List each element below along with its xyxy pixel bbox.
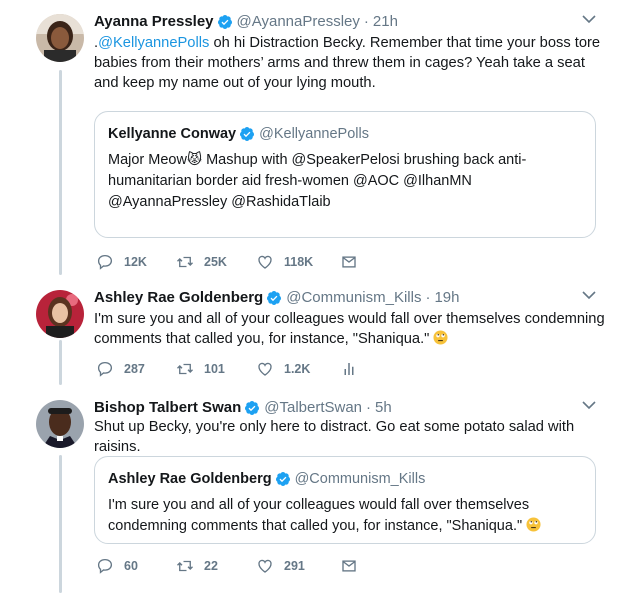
reply-icon: [97, 254, 113, 270]
handle[interactable]: @AyannaPressley: [237, 12, 360, 32]
display-name[interactable]: Ashley Rae Goldenberg: [94, 288, 263, 308]
quoted-tweet-header: Kellyanne Conway @KellyannePolls: [108, 124, 369, 144]
verified-badge-icon: [217, 15, 232, 29]
tweet-header: Ashley Rae Goldenberg @Communism_Kills ·…: [94, 288, 460, 308]
tweet-text: Shut up Becky, you're only here to distr…: [94, 419, 575, 455]
quoted-display-name: Ashley Rae Goldenberg: [108, 471, 272, 487]
quoted-handle: @Communism_Kills: [294, 471, 426, 487]
verified-badge-icon: [245, 401, 260, 415]
quoted-tweet-text: Major Meow😾 Mashup with @SpeakerPelosi b…: [108, 152, 527, 210]
retweet-icon: [177, 363, 193, 375]
reply-button[interactable]: 12K: [96, 253, 176, 271]
retweet-button[interactable]: 25K: [176, 253, 256, 271]
timestamp[interactable]: 19h: [434, 288, 459, 308]
reply-count: 12K: [124, 255, 147, 269]
analytics-icon: [344, 363, 354, 375]
separator-dot: ·: [363, 13, 369, 30]
tweet-header: Bishop Talbert Swan @TalbertSwan · 5h: [94, 398, 392, 418]
analytics-button[interactable]: [340, 360, 358, 378]
quoted-handle: @KellyannePolls: [259, 126, 369, 142]
like-icon: [258, 255, 272, 269]
face-with-rolling-eyes-emoji-icon: [433, 330, 448, 345]
reply-button[interactable]: 287: [96, 360, 176, 378]
reply-icon: [97, 361, 113, 377]
tweet-actions: 60 22 291: [96, 556, 358, 576]
tweet[interactable]: Bishop Talbert Swan @TalbertSwan · 5h Sh…: [0, 396, 634, 593]
retweet-count: 25K: [204, 255, 227, 269]
like-icon: [258, 559, 272, 573]
like-count: 1.2K: [284, 362, 311, 376]
reply-button[interactable]: 60: [96, 557, 176, 575]
timestamp[interactable]: 21h: [373, 12, 398, 32]
message-icon: [342, 256, 356, 268]
quoted-tweet-text: I'm sure you and all of your colleagues …: [108, 495, 578, 537]
retweet-button[interactable]: 22: [176, 557, 256, 575]
tweet-text: .@KellyannePolls oh hi Distraction Becky…: [94, 33, 609, 93]
verified-badge-icon: [275, 472, 290, 486]
retweet-icon: [177, 560, 193, 572]
retweet-icon: [177, 256, 193, 268]
display-name[interactable]: Bishop Talbert Swan: [94, 398, 241, 418]
tweet-actions: 12K 25K 118K: [96, 252, 358, 272]
chevron-down-icon[interactable]: [582, 288, 596, 302]
avatar[interactable]: [36, 400, 84, 448]
reply-icon: [97, 558, 113, 574]
separator-dot: ·: [366, 399, 372, 416]
chevron-down-icon[interactable]: [582, 12, 596, 26]
face-with-rolling-eyes-emoji-icon: [526, 517, 541, 532]
like-button[interactable]: 118K: [256, 253, 340, 271]
avatar[interactable]: [36, 14, 84, 62]
chevron-down-icon[interactable]: [582, 398, 596, 412]
like-icon: [258, 362, 272, 376]
quoted-text-body: I'm sure you and all of your colleagues …: [108, 497, 530, 534]
handle[interactable]: @Communism_Kills: [286, 288, 421, 308]
tweet-header: Ayanna Pressley @AyannaPressley · 21h: [94, 12, 398, 32]
reply-count: 287: [124, 362, 145, 376]
timestamp[interactable]: 5h: [375, 398, 392, 418]
retweet-count: 101: [204, 362, 225, 376]
like-button[interactable]: 291: [256, 557, 340, 575]
text-body: I'm sure you and all of your colleagues …: [94, 311, 605, 347]
message-icon: [342, 560, 356, 572]
like-button[interactable]: 1.2K: [256, 360, 340, 378]
direct-message-button[interactable]: [340, 557, 358, 575]
quoted-tweet[interactable]: Ashley Rae Goldenberg @Communism_Kills I…: [94, 456, 596, 544]
tweet-text: I'm sure you and all of your colleagues …: [94, 309, 609, 349]
avatar[interactable]: [36, 290, 84, 338]
quoted-tweet[interactable]: Kellyanne Conway @KellyannePolls Major M…: [94, 111, 596, 238]
verified-badge-icon: [267, 291, 282, 305]
tweet[interactable]: Ashley Rae Goldenberg @Communism_Kills ·…: [0, 286, 634, 386]
like-count: 291: [284, 559, 305, 573]
direct-message-button[interactable]: [340, 253, 358, 271]
verified-badge-icon: [240, 127, 255, 141]
separator-dot: ·: [425, 289, 431, 306]
quoted-display-name: Kellyanne Conway: [108, 126, 237, 142]
tweet[interactable]: Ayanna Pressley @AyannaPressley · 21h .@…: [0, 10, 634, 280]
tweet-actions: 287 101 1.2K: [96, 359, 358, 379]
quoted-tweet-header: Ashley Rae Goldenberg @Communism_Kills: [108, 469, 425, 489]
mention-link[interactable]: @KellyannePolls: [98, 35, 209, 51]
like-count: 118K: [284, 255, 314, 269]
reply-count: 60: [124, 559, 138, 573]
retweet-count: 22: [204, 559, 218, 573]
retweet-button[interactable]: 101: [176, 360, 256, 378]
handle[interactable]: @TalbertSwan: [264, 398, 362, 418]
display-name[interactable]: Ayanna Pressley: [94, 12, 214, 32]
